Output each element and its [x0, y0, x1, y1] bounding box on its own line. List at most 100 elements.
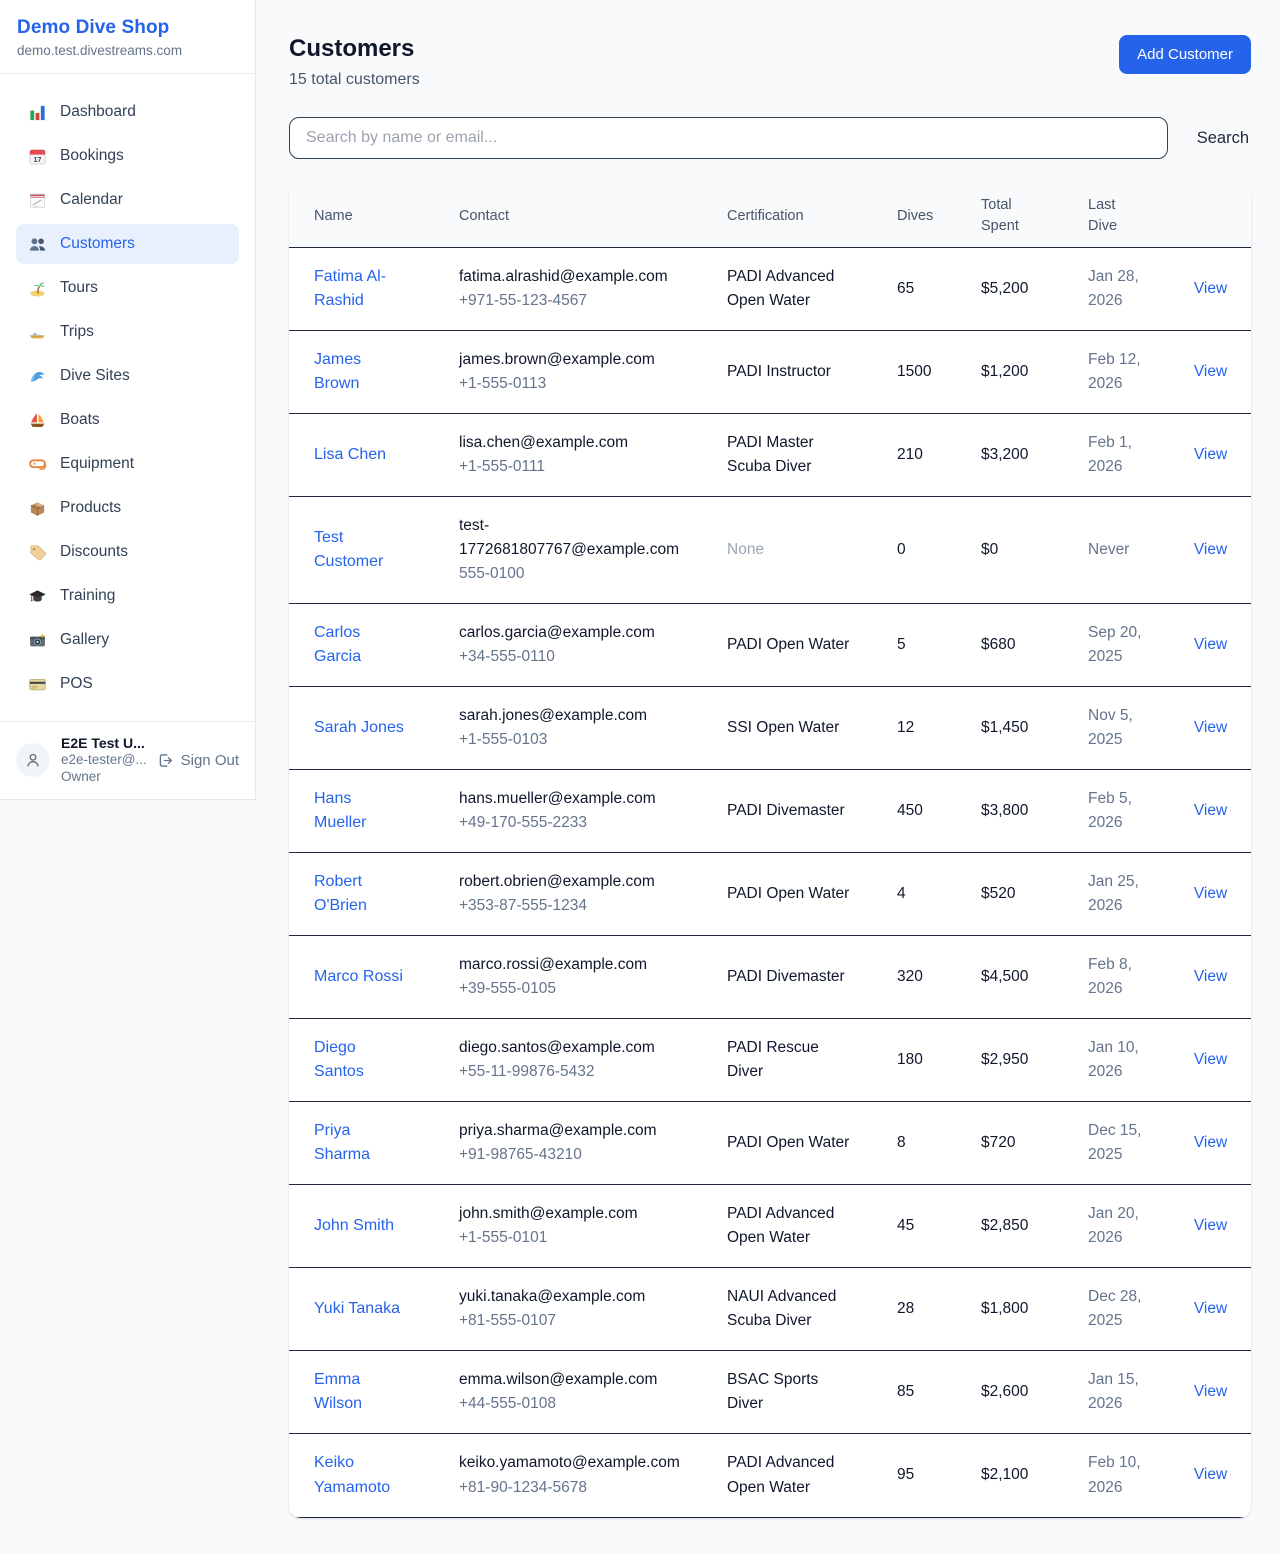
- sidebar-item-equipment[interactable]: Equipment: [16, 444, 239, 484]
- table-row: Emma Wilson emma.wilson@example.com +44-…: [289, 1351, 1251, 1434]
- customer-email: emma.wilson@example.com: [459, 1368, 691, 1392]
- customer-last-dive: Jan 25, 2026: [1063, 853, 1170, 936]
- table-row: Lisa Chen lisa.chen@example.com +1-555-0…: [289, 414, 1251, 497]
- customer-name-link[interactable]: Robert O'Brien: [314, 873, 367, 914]
- customer-name-link[interactable]: John Smith: [314, 1217, 394, 1234]
- customer-name-link[interactable]: Yuki Tanaka: [314, 1300, 400, 1317]
- customer-name-link[interactable]: Marco Rossi: [314, 968, 403, 985]
- svg-text:17: 17: [34, 155, 42, 163]
- search-bar: Search: [289, 117, 1251, 159]
- customer-last-dive: Feb 1, 2026: [1063, 414, 1170, 497]
- sidebar-item-tours[interactable]: Tours: [16, 268, 239, 308]
- sign-out-button[interactable]: Sign Out: [157, 752, 239, 769]
- customer-name-link[interactable]: Fatima Al-Rashid: [314, 268, 386, 309]
- sidebar-item-calendar[interactable]: Calendar: [16, 180, 239, 220]
- view-link[interactable]: View: [1194, 280, 1227, 297]
- add-customer-button[interactable]: Add Customer: [1119, 35, 1251, 74]
- customer-certification: None: [702, 497, 872, 604]
- customer-name-link[interactable]: Diego Santos: [314, 1039, 364, 1080]
- customer-email: john.smith@example.com: [459, 1202, 691, 1226]
- view-link[interactable]: View: [1194, 968, 1227, 985]
- customer-name-link[interactable]: Test Customer: [314, 529, 383, 570]
- view-link[interactable]: View: [1194, 1383, 1227, 1400]
- table-row: Priya Sharma priya.sharma@example.com +9…: [289, 1102, 1251, 1185]
- table-row: Sarah Jones sarah.jones@example.com +1-5…: [289, 687, 1251, 770]
- view-link[interactable]: View: [1194, 1134, 1227, 1151]
- user-info: E2E Test U... e2e-tester@... Owner: [61, 735, 146, 786]
- customer-name-link[interactable]: Lisa Chen: [314, 446, 386, 463]
- customer-name-link[interactable]: Sarah Jones: [314, 719, 404, 736]
- customer-phone: +1-555-0101: [459, 1226, 691, 1250]
- customer-total-spent: $5,200: [956, 248, 1063, 331]
- customer-email: sarah.jones@example.com: [459, 704, 691, 728]
- customer-last-dive: Jan 28, 2026: [1063, 248, 1170, 331]
- customer-name-link[interactable]: Priya Sharma: [314, 1122, 370, 1163]
- customer-last-dive: Feb 5, 2026: [1063, 770, 1170, 853]
- table-row: John Smith john.smith@example.com +1-555…: [289, 1185, 1251, 1268]
- customer-dives: 1500: [872, 331, 956, 414]
- customer-email: diego.santos@example.com: [459, 1036, 691, 1060]
- view-link[interactable]: View: [1194, 885, 1227, 902]
- customer-total-spent: $1,200: [956, 331, 1063, 414]
- customer-name-link[interactable]: Carlos Garcia: [314, 624, 361, 665]
- sidebar-item-discounts[interactable]: Discounts: [16, 532, 239, 572]
- sidebar-item-dive-sites[interactable]: Dive Sites: [16, 356, 239, 396]
- sidebar-item-dashboard[interactable]: Dashboard: [16, 92, 239, 132]
- column-header-actions: [1170, 185, 1251, 248]
- sidebar-item-gallery[interactable]: Gallery: [16, 620, 239, 660]
- customer-dives: 210: [872, 414, 956, 497]
- table-row: James Brown james.brown@example.com +1-5…: [289, 331, 1251, 414]
- page-title: Customers: [289, 35, 420, 63]
- sidebar-nav: Dashboard 17 Bookings Calendar Customers…: [0, 74, 255, 716]
- customer-total-spent: $720: [956, 1102, 1063, 1185]
- customer-name-link[interactable]: Emma Wilson: [314, 1371, 362, 1412]
- customer-phone: +34-555-0110: [459, 645, 691, 669]
- customer-last-dive: Nov 5, 2025: [1063, 687, 1170, 770]
- wave-icon: [28, 367, 47, 386]
- view-link[interactable]: View: [1194, 1051, 1227, 1068]
- view-link[interactable]: View: [1194, 719, 1227, 736]
- sidebar-item-customers[interactable]: Customers: [16, 224, 239, 264]
- customer-name-link[interactable]: Keiko Yamamoto: [314, 1454, 390, 1495]
- customer-phone: +81-90-1234-5678: [459, 1476, 691, 1500]
- customer-name-link[interactable]: Hans Mueller: [314, 790, 366, 831]
- sidebar-item-training[interactable]: Training: [16, 576, 239, 616]
- view-link[interactable]: View: [1194, 1300, 1227, 1317]
- customer-certification: PADI Rescue Diver: [702, 1019, 872, 1102]
- user-role: Owner: [61, 769, 146, 786]
- table-row: Keiko Yamamoto keiko.yamamoto@example.co…: [289, 1434, 1251, 1517]
- customer-phone: +81-555-0107: [459, 1309, 691, 1333]
- customer-last-dive: Sep 20, 2025: [1063, 604, 1170, 687]
- view-link[interactable]: View: [1194, 446, 1227, 463]
- sidebar-item-pos[interactable]: POS: [16, 664, 239, 704]
- sidebar-item-trips[interactable]: Trips: [16, 312, 239, 352]
- customer-phone: +55-11-99876-5432: [459, 1060, 691, 1084]
- view-link[interactable]: View: [1194, 802, 1227, 819]
- view-link[interactable]: View: [1194, 636, 1227, 653]
- view-link[interactable]: View: [1194, 1466, 1227, 1483]
- speedboat-icon: [28, 323, 47, 342]
- view-link[interactable]: View: [1194, 1217, 1227, 1234]
- user-section: E2E Test U... e2e-tester@... Owner Sign …: [0, 721, 255, 799]
- customer-certification: PADI Advanced Open Water: [702, 248, 872, 331]
- avatar: [16, 743, 50, 777]
- customer-total-spent: $680: [956, 604, 1063, 687]
- table-row: Test Customer test-1772681807767@example…: [289, 497, 1251, 604]
- customer-dives: 320: [872, 936, 956, 1019]
- customer-total-spent: $2,850: [956, 1185, 1063, 1268]
- sidebar: Demo Dive Shop demo.test.divestreams.com…: [0, 0, 256, 800]
- sidebar-item-products[interactable]: Products: [16, 488, 239, 528]
- search-button[interactable]: Search: [1195, 123, 1251, 154]
- sidebar-item-boats[interactable]: Boats: [16, 400, 239, 440]
- customer-phone: 555-0100: [459, 562, 691, 586]
- column-header-contact: Contact: [434, 185, 702, 248]
- search-input[interactable]: [289, 117, 1168, 159]
- table-row: Robert O'Brien robert.obrien@example.com…: [289, 853, 1251, 936]
- column-header-last-dive: Last Dive: [1063, 185, 1170, 248]
- customer-name-link[interactable]: James Brown: [314, 351, 361, 392]
- sidebar-item-bookings[interactable]: 17 Bookings: [16, 136, 239, 176]
- sidebar-header: Demo Dive Shop demo.test.divestreams.com: [0, 0, 255, 74]
- view-link[interactable]: View: [1194, 363, 1227, 380]
- view-link[interactable]: View: [1194, 541, 1227, 558]
- tag-icon: [28, 543, 47, 562]
